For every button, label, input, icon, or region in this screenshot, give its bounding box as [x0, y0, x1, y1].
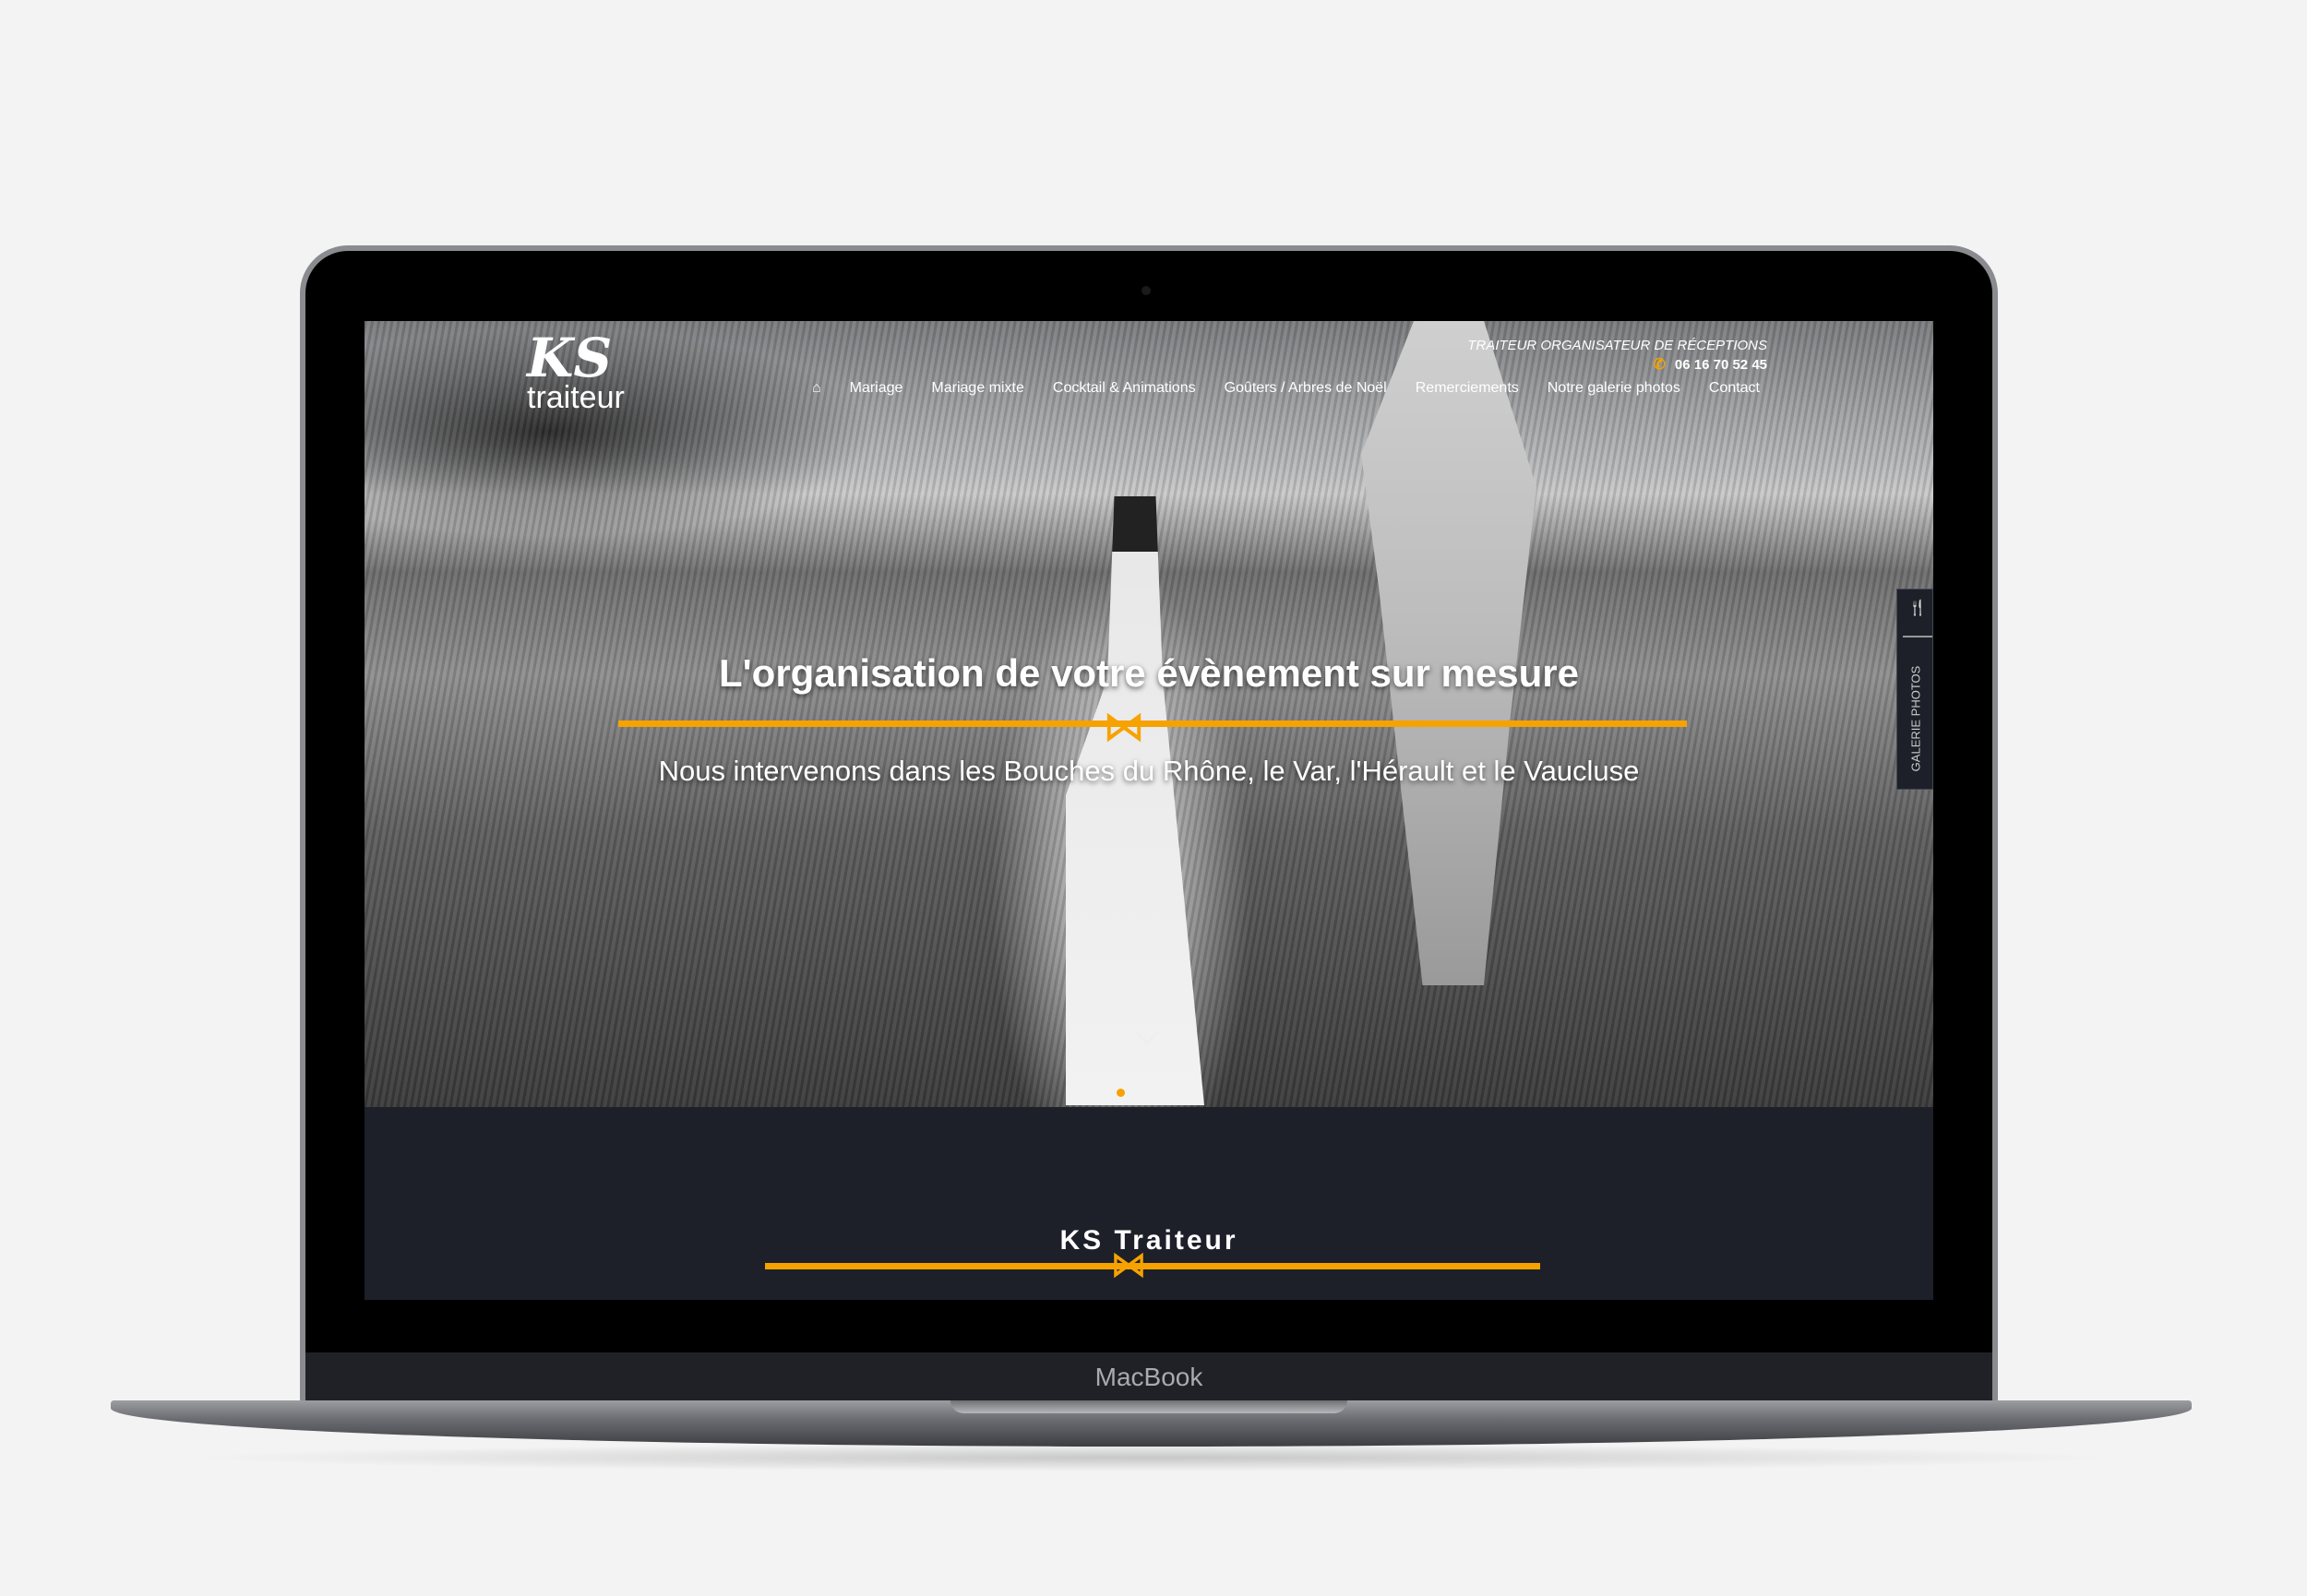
- phone-number: 06 16 70 52 45: [1674, 356, 1767, 373]
- nav-item-contact[interactable]: Contact: [1709, 380, 1760, 397]
- gallery-side-tab[interactable]: 🍴 GALERIE PHOTOS: [1896, 589, 1933, 790]
- section-title: KS Traiteur: [1059, 1225, 1238, 1256]
- bow-icon: ⋈: [1103, 702, 1145, 750]
- slider-dot[interactable]: [1117, 1089, 1125, 1097]
- section-divider-line: [765, 1263, 1540, 1269]
- phone-contact[interactable]: ✆ 06 16 70 52 45: [1654, 355, 1768, 374]
- tagline: TRAITEUR ORGANISATEUR DE RÉCEPTIONS: [1467, 338, 1767, 353]
- cutlery-icon: 🍴: [1903, 590, 1932, 637]
- nav-item-mariage[interactable]: Mariage: [850, 380, 903, 397]
- hero-subtitle: Nous intervenons dans les Bouches du Rhô…: [658, 755, 1640, 787]
- divider-line: [618, 721, 1687, 727]
- side-tab-label: GALERIE PHOTOS: [1908, 665, 1923, 772]
- bow-icon: ⋈: [1110, 1245, 1147, 1285]
- nav-item-cocktail[interactable]: Cocktail & Animations: [1053, 380, 1196, 397]
- camera: [1142, 286, 1151, 295]
- nav-item-gouters[interactable]: Goûters / Arbres de Noël: [1225, 380, 1387, 397]
- site-logo[interactable]: KS traiteur: [527, 330, 629, 429]
- hero-image: [365, 321, 1933, 1107]
- nav-item-mariage-mixte[interactable]: Mariage mixte: [931, 380, 1023, 397]
- laptop-shadow: [185, 1444, 2122, 1471]
- main-nav: ⌂ Mariage Mariage mixte Cocktail & Anima…: [812, 380, 1760, 397]
- laptop-screen: KS traiteur TRAITEUR ORGANISATEUR DE RÉCE…: [365, 321, 1933, 1300]
- phone-icon: ✆: [1653, 357, 1666, 373]
- laptop-notch: [950, 1400, 1347, 1413]
- nav-item-remerciements[interactable]: Remerciements: [1416, 380, 1519, 397]
- nav-item-galerie[interactable]: Notre galerie photos: [1548, 380, 1680, 397]
- bezel-label: MacBook: [305, 1352, 1992, 1402]
- home-icon[interactable]: ⌂: [812, 380, 821, 397]
- hero-title: L'organisation de votre évènement sur me…: [719, 651, 1579, 695]
